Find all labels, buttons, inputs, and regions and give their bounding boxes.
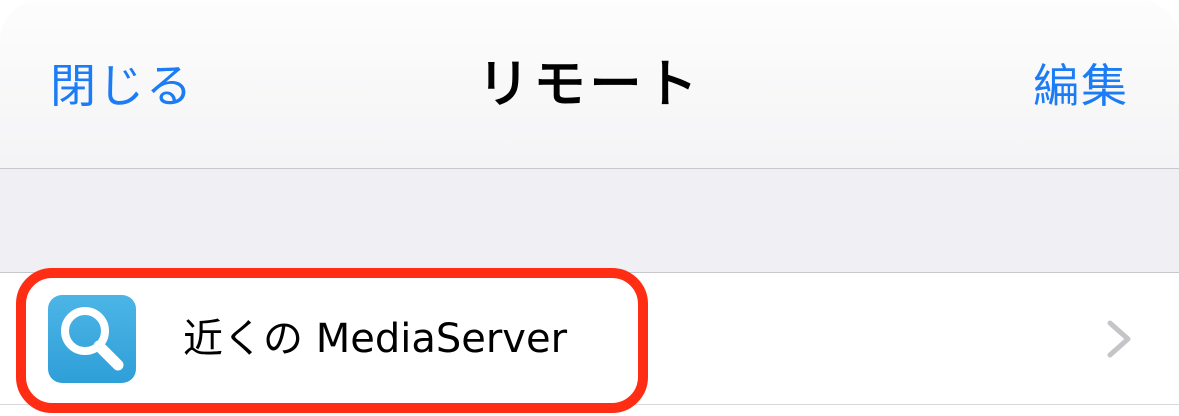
- remote-sheet: 閉じる リモート 編集 近くの MediaServer: [0, 0, 1179, 416]
- page-title: リモート: [477, 55, 702, 115]
- remote-list: 近くの MediaServer: [0, 273, 1179, 416]
- section-header-gap: [0, 169, 1179, 273]
- list-separator: [0, 404, 1179, 405]
- list-item-nearby-mediaserver[interactable]: 近くの MediaServer: [0, 273, 1179, 405]
- list-item-label: 近くの MediaServer: [183, 316, 568, 362]
- edit-button[interactable]: 編集: [1033, 56, 1129, 116]
- chevron-right-icon: [1104, 319, 1136, 359]
- navigation-bar: 閉じる リモート 編集: [0, 0, 1179, 169]
- magnifier-icon: [48, 295, 136, 383]
